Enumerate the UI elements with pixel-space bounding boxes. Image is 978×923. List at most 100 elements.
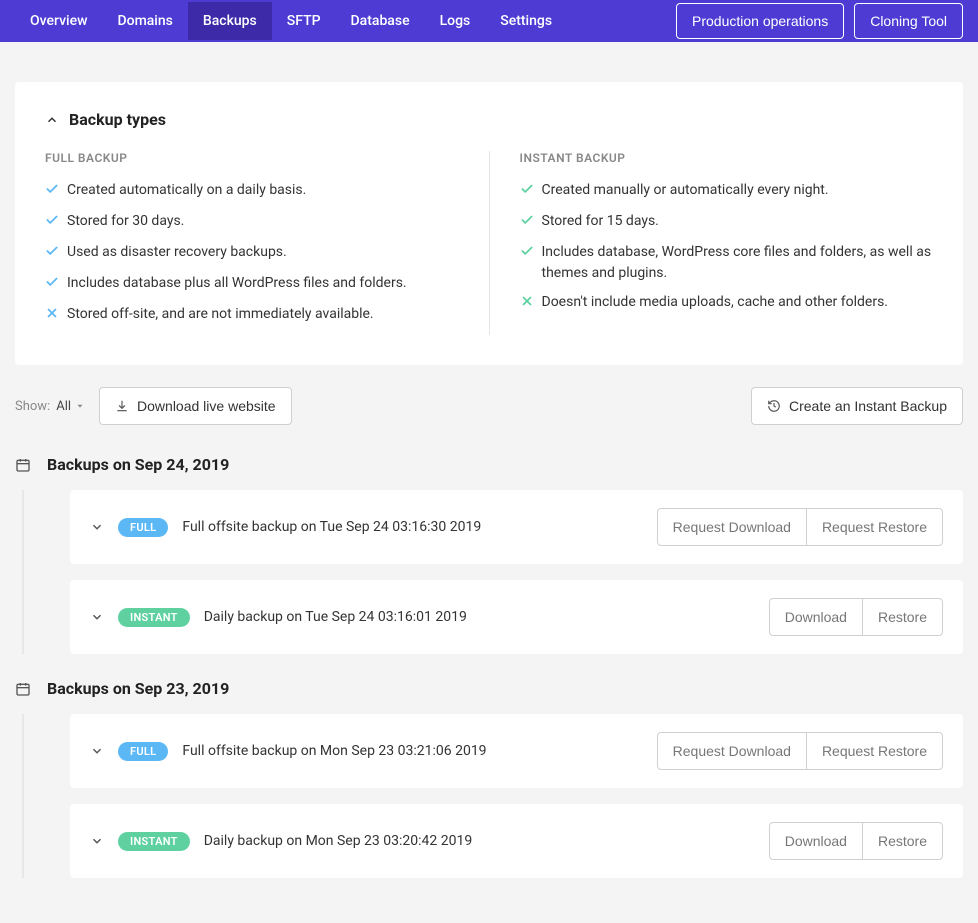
backup-date-header: Backups on Sep 24, 2019	[15, 455, 963, 474]
backup-type-item-text: Created automatically on a daily basis.	[67, 180, 306, 201]
backup-actions: Request DownloadRequest Restore	[657, 508, 943, 546]
backup-type-item: Stored off-site, and are not immediately…	[45, 304, 459, 327]
caret-down-icon	[75, 401, 85, 411]
backup-row: INSTANT Daily backup on Tue Sep 24 03:16:…	[70, 580, 963, 654]
nav-tabs: OverviewDomainsBackupsSFTPDatabaseLogsSe…	[15, 2, 567, 40]
calendar-icon	[15, 457, 31, 473]
backup-type-item-text: Used as disaster recovery backups.	[67, 242, 287, 263]
nav-tab-domains[interactable]: Domains	[102, 2, 187, 40]
check-icon	[520, 213, 534, 234]
expand-row-toggle[interactable]	[90, 610, 104, 624]
backup-type-item-text: Created manually or automatically every …	[542, 180, 829, 201]
backup-row: INSTANTDaily backup on Mon Sep 23 03:20:…	[70, 804, 963, 878]
backup-description: Daily backup on Mon Sep 23 03:20:42 2019	[204, 833, 472, 849]
restore-button[interactable]: Request Restore	[806, 732, 943, 770]
show-filter-value: All	[56, 399, 71, 414]
instant-backup-column: INSTANT BACKUP Created manually or autom…	[490, 151, 934, 335]
nav-tab-settings[interactable]: Settings	[485, 2, 567, 40]
full-backup-heading: FULL BACKUP	[45, 151, 459, 165]
show-filter-dropdown[interactable]: All	[56, 399, 85, 414]
full-backup-list: Created automatically on a daily basis. S…	[45, 180, 459, 327]
download-live-website-label: Download live website	[137, 398, 276, 414]
download-button[interactable]: Request Download	[657, 508, 807, 546]
backup-type-item: Stored for 15 days.	[520, 211, 934, 234]
production-operations-button[interactable]: Production operations	[676, 3, 844, 39]
backup-type-item-text: Stored off-site, and are not immediately…	[67, 304, 374, 325]
calendar-icon	[15, 681, 31, 697]
nav-tab-overview[interactable]: Overview	[15, 2, 102, 40]
backup-types-columns: FULL BACKUP Created automatically on a d…	[45, 151, 933, 335]
restore-button[interactable]: Restore	[862, 822, 943, 860]
backup-description: Full offsite backup on Mon Sep 23 03:21:…	[182, 743, 486, 759]
backup-row: FULL Full offsite backup on Mon Sep 23 03…	[70, 714, 963, 788]
backup-type-item: Created manually or automatically every …	[520, 180, 934, 203]
check-icon	[45, 275, 59, 296]
expand-row-toggle[interactable]	[90, 834, 104, 848]
instant-backup-heading: INSTANT BACKUP	[520, 151, 934, 165]
backup-types-header[interactable]: Backup types	[45, 110, 933, 129]
backup-date-header: Backups on Sep 23, 2019	[15, 679, 963, 698]
nav-buttons: Production operations Cloning Tool	[676, 3, 963, 39]
backup-date-group: Backups on Sep 23, 2019 FULL Full offsite …	[15, 679, 963, 878]
history-icon	[767, 399, 781, 413]
backup-types-card: Backup types FULL BACKUP Created automat…	[15, 82, 963, 365]
chevron-up-icon	[45, 113, 59, 127]
download-button[interactable]: Download	[769, 598, 863, 636]
content-area: Backup types FULL BACKUP Created automat…	[0, 42, 978, 923]
download-live-website-button[interactable]: Download live website	[99, 387, 292, 425]
nav-tab-backups[interactable]: Backups	[188, 2, 272, 40]
backup-type-item: Created automatically on a daily basis.	[45, 180, 459, 203]
x-icon	[45, 306, 59, 327]
restore-button[interactable]: Restore	[862, 598, 943, 636]
expand-row-toggle[interactable]	[90, 744, 104, 758]
backup-date-group: Backups on Sep 24, 2019 FULL Full offsite …	[15, 455, 963, 654]
backup-actions: DownloadRestore	[769, 598, 943, 636]
nav-tab-logs[interactable]: Logs	[425, 2, 486, 40]
check-icon	[45, 182, 59, 203]
backup-type-item: Used as disaster recovery backups.	[45, 242, 459, 265]
show-label: Show:	[15, 399, 50, 414]
backup-types-title: Backup types	[69, 110, 166, 129]
backup-type-item-text: Stored for 15 days.	[542, 211, 659, 232]
backup-row: FULL Full offsite backup on Tue Sep 24 03…	[70, 490, 963, 564]
x-icon	[520, 294, 534, 315]
nav-tab-sftp[interactable]: SFTP	[272, 2, 336, 40]
check-icon	[45, 213, 59, 234]
create-instant-backup-button[interactable]: Create an Instant Backup	[751, 387, 963, 425]
backup-type-item-text: Includes database plus all WordPress fil…	[67, 273, 407, 294]
backups-toolbar: Show: All Download live website Create a…	[15, 387, 963, 425]
download-icon	[115, 399, 129, 413]
backup-type-item: Includes database, WordPress core files …	[520, 242, 934, 284]
expand-row-toggle[interactable]	[90, 520, 104, 534]
backup-type-item-text: Includes database, WordPress core files …	[542, 242, 934, 284]
backup-type-badge: FULL	[118, 742, 168, 761]
backup-type-item-text: Stored for 30 days.	[67, 211, 184, 232]
backup-type-badge: FULL	[118, 518, 168, 537]
nav-tab-database[interactable]: Database	[336, 2, 425, 40]
backup-description: Daily backup on Tue Sep 24 03:16:01 2019	[204, 609, 467, 625]
backup-type-item-text: Doesn't include media uploads, cache and…	[542, 292, 889, 313]
backup-groups-container: Backups on Sep 24, 2019 FULL Full offsite …	[15, 455, 963, 878]
restore-button[interactable]: Request Restore	[806, 508, 943, 546]
backup-type-item: Doesn't include media uploads, cache and…	[520, 292, 934, 315]
instant-backup-list: Created manually or automatically every …	[520, 180, 934, 315]
backup-date-title: Backups on Sep 24, 2019	[47, 455, 229, 474]
backup-type-badge: INSTANT	[118, 608, 190, 627]
check-icon	[45, 244, 59, 265]
cloning-tool-button[interactable]: Cloning Tool	[854, 3, 963, 39]
backup-date-items: FULL Full offsite backup on Tue Sep 24 03…	[22, 490, 963, 654]
backup-actions: DownloadRestore	[769, 822, 943, 860]
full-backup-column: FULL BACKUP Created automatically on a d…	[45, 151, 490, 335]
check-icon	[520, 182, 534, 203]
top-navbar: OverviewDomainsBackupsSFTPDatabaseLogsSe…	[0, 0, 978, 42]
download-button[interactable]: Request Download	[657, 732, 807, 770]
backup-type-item: Stored for 30 days.	[45, 211, 459, 234]
create-instant-backup-label: Create an Instant Backup	[789, 398, 947, 414]
backup-description: Full offsite backup on Tue Sep 24 03:16:…	[182, 519, 481, 535]
backup-actions: Request DownloadRequest Restore	[657, 732, 943, 770]
backup-type-item: Includes database plus all WordPress fil…	[45, 273, 459, 296]
backup-date-items: FULL Full offsite backup on Mon Sep 23 03…	[22, 714, 963, 878]
download-button[interactable]: Download	[769, 822, 863, 860]
backup-date-title: Backups on Sep 23, 2019	[47, 679, 229, 698]
check-icon	[520, 244, 534, 265]
